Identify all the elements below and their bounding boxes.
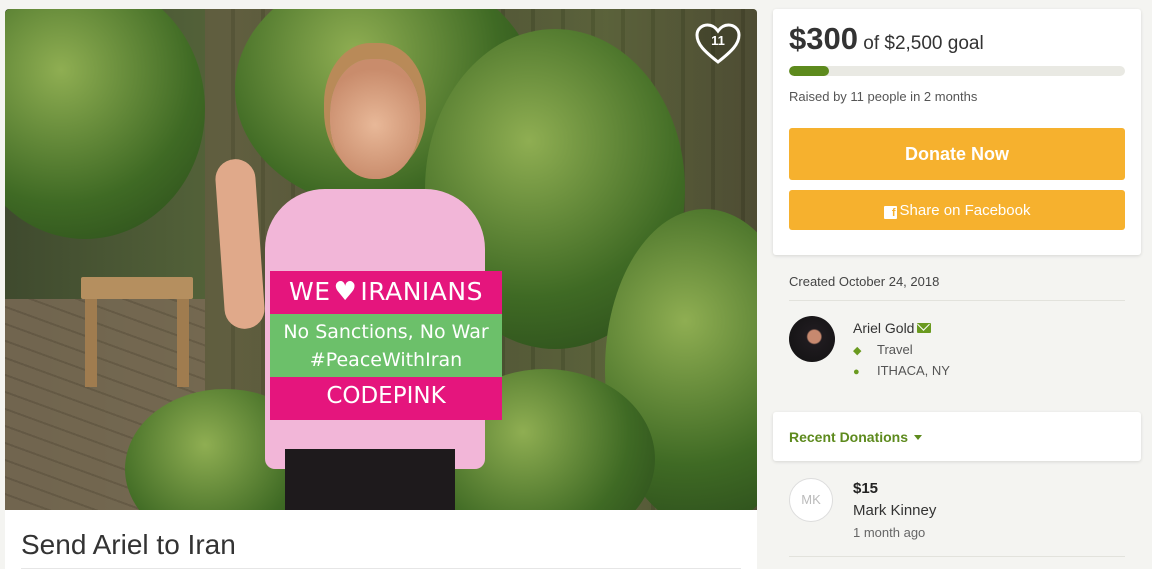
protest-sign: WE ♥ IRANIANS No Sanctions, No War #PeaceW… <box>270 271 502 420</box>
organizer-avatar[interactable] <box>789 316 835 362</box>
share-facebook-label: Share on Facebook <box>899 201 1031 219</box>
location-label: ITHACA, NY <box>877 363 950 378</box>
campaign-title: Send Ariel to Iran <box>21 529 236 560</box>
category-label[interactable]: Travel <box>877 342 913 357</box>
progress-fill <box>789 66 830 76</box>
heart-button[interactable]: 11 <box>694 22 742 66</box>
envelope-icon[interactable] <box>917 323 932 333</box>
goal-card: $300 of $2,500 goal Raised by 11 people … <box>773 9 1141 255</box>
campaign-photo: WE ♥ IRANIANS No Sanctions, No War #PeaceW… <box>5 9 757 510</box>
raised-by-text: Raised by 11 people in 2 months <box>789 89 978 104</box>
share-facebook-button[interactable]: f Share on Facebook <box>789 190 1125 230</box>
goal-text: of $2,500 goal <box>863 33 984 54</box>
category-row: ◆ Travel <box>853 342 913 357</box>
divider <box>789 300 1125 301</box>
title-card: Send Ariel to Iran <box>5 510 757 569</box>
donation-item: MK $15 Mark Kinney 1 month ago <box>789 478 1129 548</box>
sign-line3: #PeaceWithIran <box>309 349 463 371</box>
raised-amount: $300 <box>789 21 858 56</box>
caret-down-icon <box>914 435 923 440</box>
sign-line1-right: IRANIANS <box>360 277 483 306</box>
donor-initials: MK <box>789 478 833 522</box>
photo-foliage <box>5 9 205 239</box>
photo-stool <box>81 277 193 387</box>
donate-now-button[interactable]: Donate Now <box>789 128 1125 180</box>
heart-count: 11 <box>711 33 725 48</box>
recent-donations-label: Recent Donations <box>789 429 909 445</box>
amount-summary: $300 of $2,500 goal <box>789 21 984 57</box>
organizer-block: Ariel Gold ◆ Travel ● ITHACA, NY <box>789 316 1141 386</box>
map-pin-icon: ● <box>853 366 860 378</box>
organizer-name[interactable]: Ariel Gold <box>853 320 914 336</box>
sign-line1-left: WE <box>289 277 331 306</box>
progress-bar <box>789 66 1125 76</box>
created-date: Created October 24, 2018 <box>789 274 940 289</box>
sign-line4: CODEPINK <box>326 383 446 409</box>
heart-icon: ♥ <box>333 277 358 307</box>
recent-donations-header[interactable]: Recent Donations <box>773 412 1141 461</box>
donor-name: Mark Kinney <box>853 502 937 519</box>
divider <box>789 556 1125 557</box>
tag-icon: ◆ <box>853 345 862 357</box>
sign-line2: No Sanctions, No War <box>283 321 489 343</box>
facebook-icon: f <box>883 205 897 219</box>
location-row: ● ITHACA, NY <box>853 363 950 378</box>
donation-time: 1 month ago <box>853 525 926 540</box>
donation-amount: $15 <box>853 480 879 497</box>
